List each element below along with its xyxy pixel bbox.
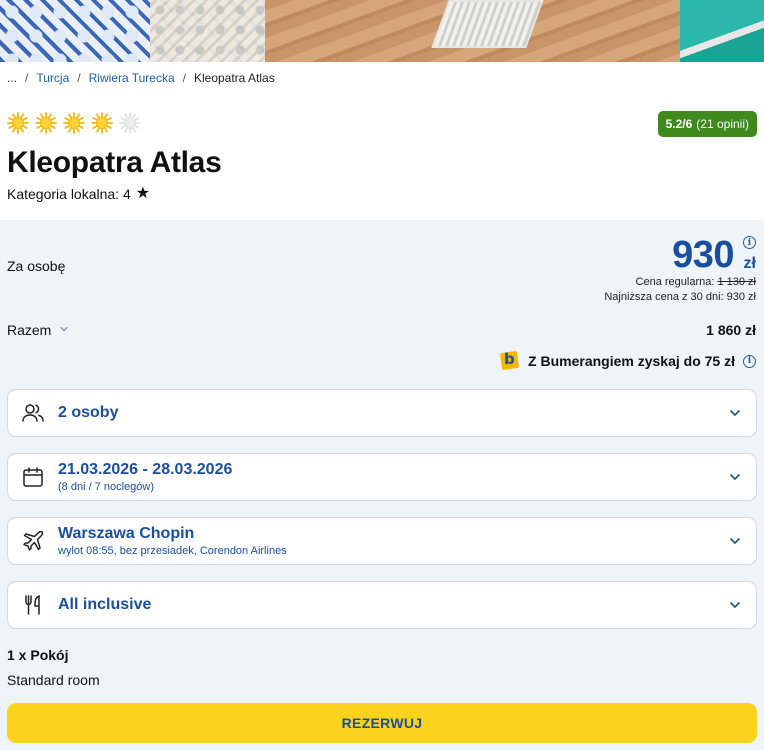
- dates-value: 21.03.2026 - 28.03.2026: [58, 461, 233, 478]
- chevron-down-icon: [728, 598, 742, 612]
- breadcrumb-separator: /: [25, 71, 29, 85]
- airplane-icon: [8, 529, 58, 553]
- bumerang-logo-icon: b: [499, 350, 520, 371]
- dates-selector[interactable]: 21.03.2026 - 28.03.2026 (8 dni / 7 nocle…: [7, 453, 757, 501]
- users-icon: [8, 401, 58, 425]
- breadcrumb-link-country[interactable]: Turcja: [36, 71, 69, 85]
- price-info-button[interactable]: i: [743, 236, 756, 249]
- people-value: 2 osoby: [58, 404, 119, 421]
- room-count: 1 x Pokój: [7, 647, 69, 663]
- people-selector[interactable]: 2 osoby: [7, 389, 757, 437]
- sun-star-empty-icon: [119, 112, 141, 134]
- hotel-title: Kleopatra Atlas: [7, 146, 222, 179]
- sun-star-filled-icon: [7, 112, 29, 134]
- flight-details: wylot 08:55, bez przesiadek, Corendon Ai…: [58, 545, 287, 557]
- regular-price-label: Cena regularna:: [635, 276, 715, 288]
- total-price: 1 860 zł: [706, 322, 756, 338]
- price-per-person: 930: [672, 234, 734, 276]
- bumerang-info-icon[interactable]: i: [743, 354, 756, 368]
- rating-count: (21 opinii): [696, 117, 749, 131]
- breadcrumb-separator: /: [77, 71, 81, 85]
- chevron-down-icon: [728, 534, 742, 548]
- breadcrumb-separator: /: [182, 71, 186, 85]
- board-selector[interactable]: All inclusive: [7, 581, 757, 629]
- total-toggle[interactable]: Razem: [7, 322, 69, 338]
- hero-tiles-2: [150, 0, 270, 62]
- bumerang-promo: b Z Bumerangiem zyskaj do 75 zł i: [499, 350, 756, 371]
- rating-badge[interactable]: 5.2/6 (21 opinii): [657, 111, 757, 137]
- chevron-down-icon: [59, 324, 69, 337]
- hotel-stars: [7, 112, 141, 134]
- bumerang-text: Z Bumerangiem zyskaj do 75 zł: [528, 353, 735, 369]
- local-category: Kategoria lokalna: 4 ★: [7, 185, 151, 203]
- calendar-icon: [8, 465, 58, 489]
- dates-duration: (8 dni / 7 noclegów): [58, 481, 154, 493]
- info-icon: i: [743, 236, 756, 249]
- chevron-down-icon: [728, 470, 742, 484]
- flight-selector[interactable]: Warszawa Chopin wylot 08:55, bez przesia…: [7, 517, 757, 565]
- sun-star-filled-icon: [63, 112, 85, 134]
- breadcrumb-link-region[interactable]: Riwiera Turecka: [89, 71, 175, 85]
- breadcrumb: ... / Turcja / Riwiera Turecka / Kleopat…: [7, 71, 275, 85]
- board-value: All inclusive: [58, 596, 152, 613]
- local-category-label: Kategoria lokalna: 4: [7, 186, 131, 202]
- rating-score: 5.2/6: [665, 117, 693, 131]
- sun-star-filled-icon: [91, 112, 113, 134]
- fork-knife-icon: [8, 593, 58, 617]
- sun-star-filled-icon: [35, 112, 57, 134]
- regular-price: Cena regularna: 1 130 zł: [636, 276, 756, 288]
- chevron-down-icon: [728, 406, 742, 420]
- hero-sunbed: [680, 0, 764, 62]
- hero-image[interactable]: [0, 0, 764, 62]
- room-name: Standard room: [7, 672, 100, 688]
- bumerang-logo-letter: b: [504, 350, 515, 368]
- star-icon: ★: [135, 185, 151, 202]
- price-currency: zł: [743, 255, 756, 272]
- regular-price-value: 1 130 zł: [717, 276, 756, 288]
- departure-airport: Warszawa Chopin: [58, 525, 195, 542]
- breadcrumb-current: Kleopatra Atlas: [193, 71, 275, 85]
- total-label: Razem: [7, 322, 52, 338]
- hero-grate: [431, 0, 544, 48]
- per-person-label: Za osobę: [7, 258, 66, 274]
- lowest-price-30-days: Najniższa cena z 30 dni: 930 zł: [604, 291, 756, 303]
- book-button[interactable]: REZERWUJ: [7, 703, 757, 743]
- breadcrumb-ellipsis[interactable]: ...: [7, 71, 17, 85]
